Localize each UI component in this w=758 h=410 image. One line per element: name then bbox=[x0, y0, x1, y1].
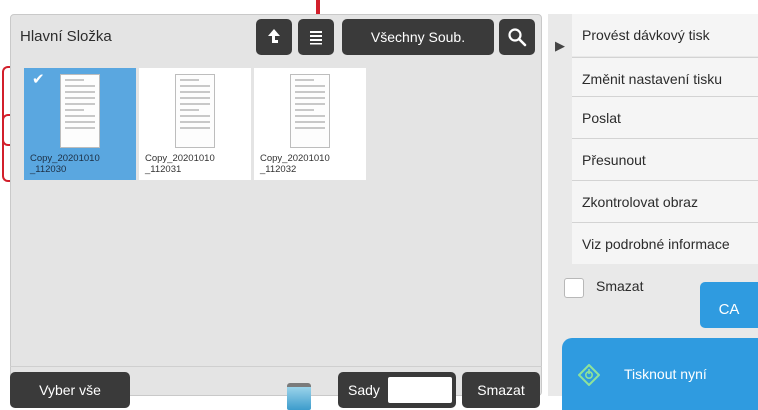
side-item-move[interactable]: Přesunout bbox=[572, 138, 758, 180]
list-view-button[interactable] bbox=[298, 19, 334, 55]
bottom-divider bbox=[10, 366, 542, 367]
file-name: Copy_20201010 _112030 bbox=[30, 153, 100, 175]
sets-input[interactable] bbox=[388, 377, 452, 403]
check-icon: ✔ bbox=[32, 71, 45, 88]
delete-after-print-label: Smazat bbox=[596, 278, 644, 294]
search-icon bbox=[508, 28, 527, 47]
side-item-send[interactable]: Poslat bbox=[572, 96, 758, 138]
clear-all-button[interactable]: CA bbox=[700, 282, 758, 328]
side-item-change-print-settings[interactable]: Změnit nastavení tisku bbox=[572, 57, 758, 99]
up-arrow-icon bbox=[268, 29, 280, 43]
search-button[interactable] bbox=[499, 19, 535, 55]
print-now-button[interactable]: Tisknout nyní bbox=[562, 338, 758, 410]
side-item-details[interactable]: Viz podrobné informace bbox=[572, 222, 758, 264]
up-folder-button[interactable] bbox=[256, 19, 292, 55]
start-diamond-icon bbox=[578, 364, 600, 386]
print-now-label: Tisknout nyní bbox=[624, 366, 707, 382]
collapse-panel-icon[interactable]: ▶︎ bbox=[548, 28, 572, 64]
file-filter-button[interactable]: Všechny Soub. bbox=[342, 19, 494, 55]
document-preview bbox=[60, 74, 100, 148]
sets-control: Sady bbox=[338, 372, 456, 408]
list-icon bbox=[310, 31, 322, 45]
file-thumbnail[interactable]: ✔ Copy_20201010 _112030 bbox=[24, 68, 136, 180]
file-thumbnail[interactable]: Copy_20201010 _112031 bbox=[139, 68, 251, 180]
select-all-button[interactable]: Vyber vše bbox=[10, 372, 130, 408]
callout-arrow-marker bbox=[316, 0, 320, 14]
file-name: Copy_20201010 _112032 bbox=[260, 153, 330, 175]
folder-title: Hlavní Složka bbox=[20, 28, 112, 45]
trash-icon bbox=[287, 383, 311, 410]
document-preview bbox=[175, 74, 215, 148]
delete-after-print-checkbox[interactable] bbox=[564, 278, 584, 298]
file-name: Copy_20201010 _112031 bbox=[145, 153, 215, 175]
delete-button[interactable]: Smazat bbox=[462, 372, 540, 408]
sets-label: Sady bbox=[348, 382, 380, 398]
document-preview bbox=[290, 74, 330, 148]
file-thumbnail[interactable]: Copy_20201010 _112032 bbox=[254, 68, 366, 180]
side-item-batch-print[interactable]: Provést dávkový tisk bbox=[572, 14, 758, 56]
side-item-check-image[interactable]: Zkontrolovat obraz bbox=[572, 180, 758, 222]
